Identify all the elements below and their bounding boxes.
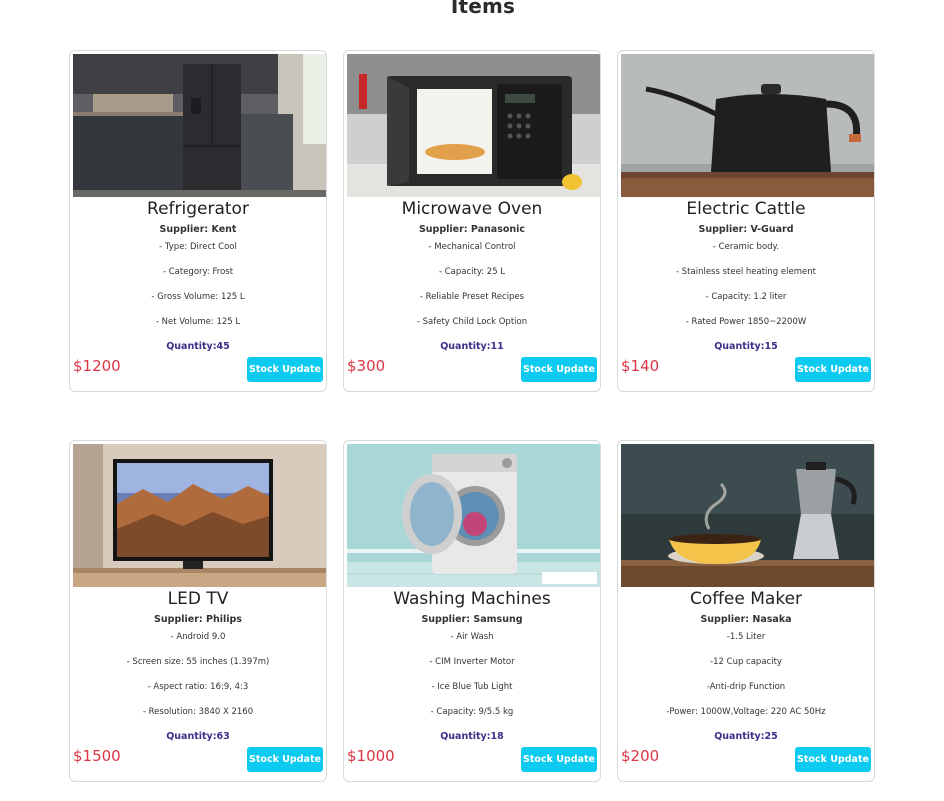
product-card-microwave-oven: Microwave Oven Supplier: Panasonic - Mec… (343, 50, 601, 392)
description-line: - Air Wash (450, 632, 494, 642)
supplier-label: Supplier: Philips (154, 614, 242, 625)
description-line: - Resolution: 3840 X 2160 (142, 707, 254, 717)
price-label: $140 (621, 357, 660, 375)
description-line: -1.5 Liter (726, 632, 766, 642)
quantity-label: Quantity:25 (714, 731, 778, 742)
card-title: Electric Cattle (686, 199, 806, 219)
description-line: - Aspect ratio: 16:9, 4:3 (147, 682, 249, 692)
card-title: Washing Machines (393, 589, 551, 609)
microwave-oven-image (347, 54, 600, 197)
stock-update-button[interactable]: Stock Update (247, 357, 323, 382)
stock-update-button[interactable]: Stock Update (521, 747, 597, 772)
description-line: - Capacity: 9/5.5 kg (430, 707, 514, 717)
quantity-label: Quantity:63 (166, 731, 230, 742)
price-label: $1000 (347, 747, 395, 765)
card-title: Microwave Oven (401, 199, 543, 219)
description-line: - Capacity: 1.2 liter (705, 292, 787, 302)
product-card-electric-cattle: Electric Cattle Supplier: V-Guard - Cera… (617, 50, 875, 392)
description-line: - Ceramic body. (712, 242, 780, 252)
quantity-label: Quantity:15 (714, 341, 778, 352)
supplier-label: Supplier: Panasonic (418, 224, 526, 235)
quantity-label: Quantity:18 (440, 731, 504, 742)
description-line: -Power: 1000W,Voltage: 220 AC 50Hz (666, 707, 826, 717)
description-line: - Capacity: 25 L (438, 267, 506, 277)
description-line: - Rated Power 1850~2200W (685, 317, 807, 327)
price-label: $200 (621, 747, 660, 765)
quantity-label: Quantity:45 (166, 341, 230, 352)
quantity-label: Quantity:11 (440, 341, 504, 352)
price-label: $1500 (73, 747, 121, 765)
description-line: - Android 9.0 (170, 632, 226, 642)
card-title: Coffee Maker (689, 589, 803, 609)
stock-update-button[interactable]: Stock Update (795, 747, 871, 772)
description-line: - Category: Frost (162, 267, 234, 277)
product-card-coffee-maker: Coffee Maker Supplier: Nasaka -1.5 Liter… (617, 440, 875, 782)
product-card-washing-machines: Washing Machines Supplier: Samsung - Air… (343, 440, 601, 782)
description-line: - Screen size: 55 inches (1.397m) (126, 657, 270, 667)
description-line: -12 Cup capacity (710, 657, 782, 667)
stock-update-button[interactable]: Stock Update (795, 357, 871, 382)
description-line: -Anti-drip Function (706, 682, 786, 692)
washing-machine-image (347, 444, 600, 587)
supplier-label: Supplier: V-Guard (698, 224, 794, 235)
card-title: Refrigerator (147, 199, 249, 219)
product-card-refrigerator: Refrigerator Supplier: Kent - Type: Dire… (69, 50, 327, 392)
description-line: - Stainless steel heating element (676, 267, 816, 277)
description-line: - Mechanical Control (428, 242, 516, 252)
description-line: - Safety Child Lock Option (416, 317, 528, 327)
price-label: $300 (347, 357, 386, 375)
product-card-led-tv: LED TV Supplier: Philips - Android 9.0 -… (69, 440, 327, 782)
electric-kettle-image (621, 54, 874, 197)
price-label: $1200 (73, 357, 121, 375)
supplier-label: Supplier: Nasaka (700, 614, 792, 625)
description-line: - Type: Direct Cool (159, 242, 237, 252)
led-tv-image (73, 444, 326, 587)
refrigerator-image (73, 54, 326, 197)
description-line: - Gross Volume: 125 L (151, 292, 245, 302)
stock-update-button[interactable]: Stock Update (521, 357, 597, 382)
supplier-label: Supplier: Samsung (421, 614, 523, 625)
stock-update-button[interactable]: Stock Update (247, 747, 323, 772)
description-line: - Reliable Preset Recipes (419, 292, 525, 302)
page-title: Items (450, 0, 516, 18)
supplier-label: Supplier: Kent (159, 224, 237, 235)
description-line: - Net Volume: 125 L (155, 317, 241, 327)
description-line: - Ice Blue Tub Light (431, 682, 513, 692)
card-title: LED TV (167, 589, 229, 609)
description-line: - CIM Inverter Motor (429, 657, 515, 667)
coffee-maker-image (621, 444, 874, 587)
